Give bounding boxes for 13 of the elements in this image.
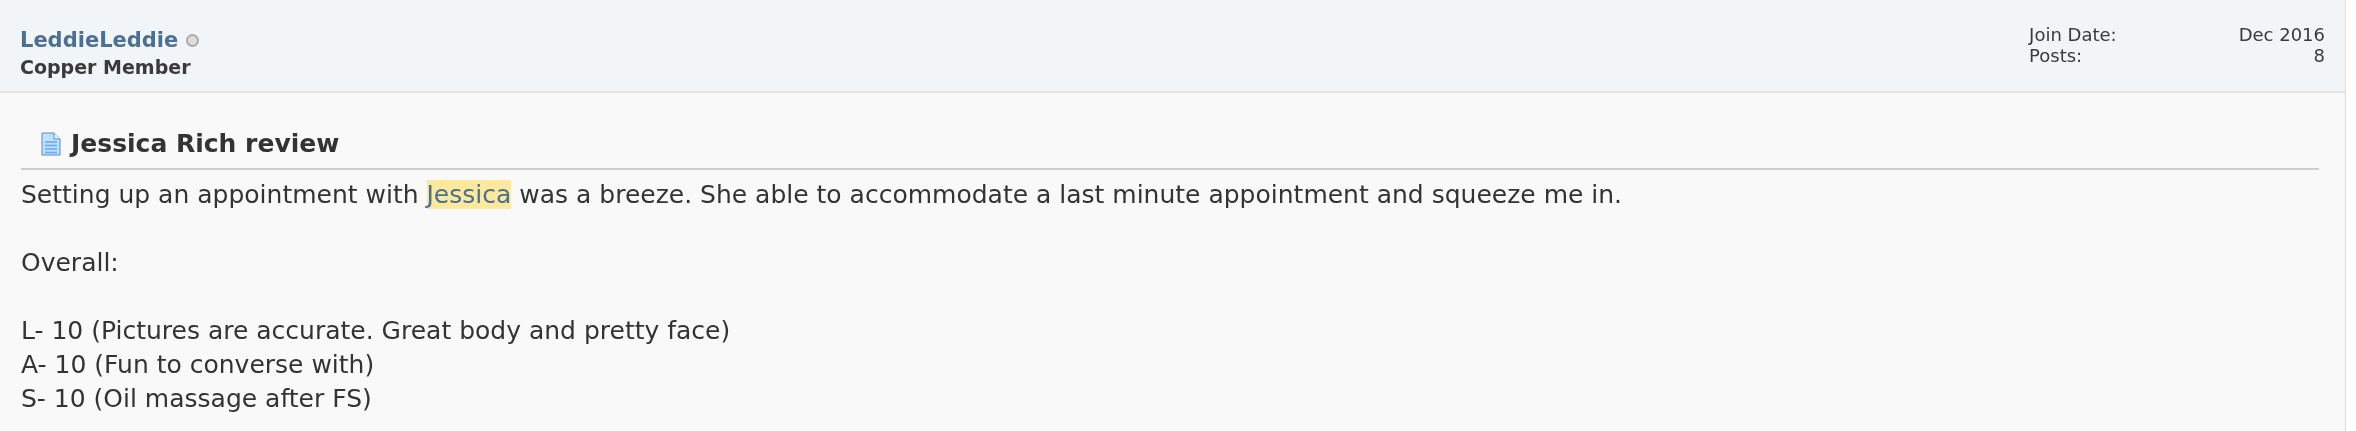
username-link[interactable]: LeddieLeddie [20,28,179,52]
document-icon [41,130,61,157]
stat-value: Dec 2016 [2238,24,2325,45]
post-text: Setting up an appointment with Jessica was a breeze. She able to accommodate a last minute appointment and squeeze me in. [21,179,1624,211]
post-text: S- 10 (Oil massage after FS) [21,383,373,415]
stat-label: Join Date: [2029,24,2117,45]
post-text: A- 10 (Fun to converse with) [21,349,376,381]
post-text: L- 10 (Pictures are accurate. Great body and pretty face) [21,315,732,347]
stat-value: 8 [2312,45,2325,66]
post-title: Jessica Rich review [71,129,340,158]
user-rank: Copper Member [20,56,192,78]
post-text: Overall: [21,247,120,279]
stat-label: Posts: [2029,45,2084,66]
